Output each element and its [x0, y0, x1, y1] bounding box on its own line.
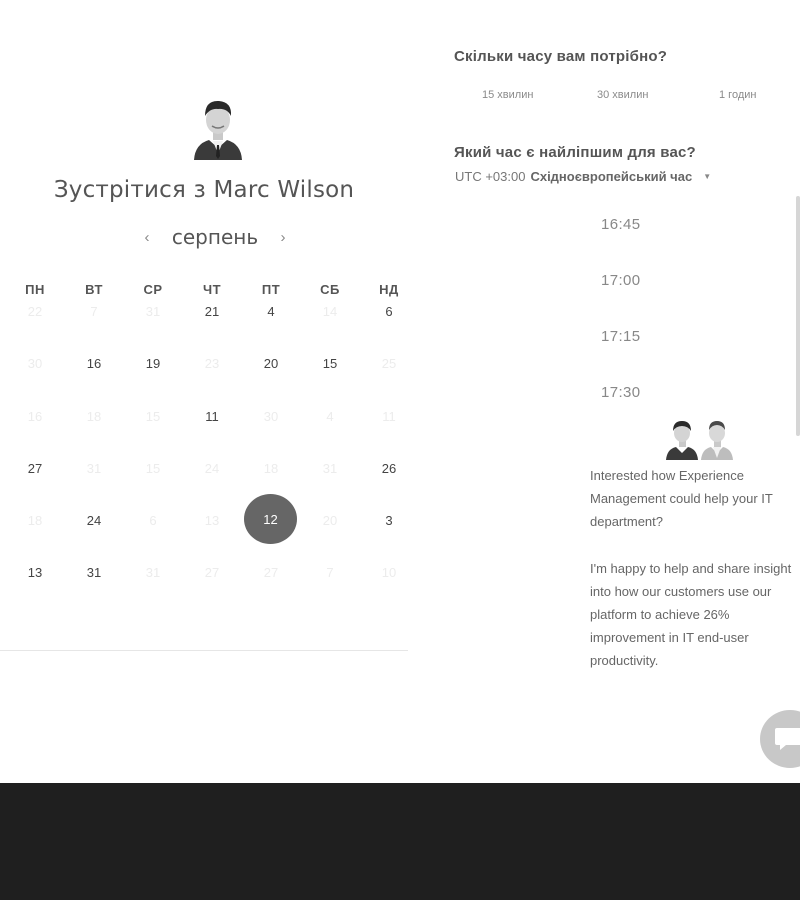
timezone-offset: UTC +03:00 — [455, 169, 526, 184]
calendar-day-disabled: 27 — [204, 565, 220, 580]
weekday-label: СБ — [320, 282, 340, 297]
timezone-name: Східноєвропейський час — [530, 169, 693, 184]
calendar-day-disabled: 25 — [381, 356, 397, 371]
calendar-day[interactable]: 24 — [74, 513, 114, 528]
month-label: серпень — [171, 225, 259, 249]
time-question: Який час є найліпшим для вас? — [454, 144, 696, 161]
duration-option-15[interactable]: 15 хвилин — [482, 89, 533, 101]
host-description: Interested how Experience Management cou… — [590, 464, 800, 696]
calendar-day[interactable]: 21 — [192, 304, 232, 319]
time-slots-scrollbar[interactable] — [796, 196, 800, 436]
calendar-day[interactable]: 19 — [133, 356, 173, 371]
time-slot[interactable]: 17:15 — [601, 328, 641, 345]
calendar-day-disabled: 18 — [27, 513, 43, 528]
description-paragraph: Interested how Experience Management cou… — [590, 468, 773, 529]
calendar-day-disabled: 10 — [381, 565, 397, 580]
calendar-day-disabled: 7 — [90, 304, 98, 319]
calendar-day-disabled: 30 — [27, 356, 43, 371]
calendar-day-disabled: 20 — [322, 513, 338, 528]
description-paragraph: I'm happy to help and share insight into… — [590, 561, 792, 668]
calendar-day-disabled: 15 — [145, 409, 161, 424]
calendar-day[interactable]: 4 — [251, 304, 291, 319]
calendar-day[interactable]: 31 — [74, 565, 114, 580]
chat-button[interactable] — [760, 710, 800, 768]
team-avatar-1 — [664, 418, 700, 460]
calendar-day[interactable]: 3 — [369, 513, 409, 528]
duration-option-60[interactable]: 1 годин — [719, 89, 756, 101]
calendar-day-disabled: 18 — [263, 461, 279, 476]
host-avatar — [191, 96, 245, 160]
calendar-day-disabled: 7 — [326, 565, 334, 580]
calendar-day-disabled: 27 — [263, 565, 279, 580]
chevron-right-icon[interactable]: › — [276, 229, 290, 246]
chat-bubble-icon — [775, 728, 800, 750]
calendar-day-disabled: 4 — [326, 409, 334, 424]
weekday-label: ПН — [25, 282, 45, 297]
calendar-day[interactable]: 15 — [310, 356, 350, 371]
calendar-day[interactable]: 13 — [15, 565, 55, 580]
weekday-label: СР — [143, 282, 163, 297]
calendar-day-disabled: 22 — [27, 304, 43, 319]
calendar-day-disabled: 15 — [145, 461, 161, 476]
page-footer — [0, 783, 800, 900]
duration-option-30[interactable]: 30 хвилин — [597, 89, 648, 101]
calendar-day-disabled: 31 — [86, 461, 102, 476]
weekday-label: ЧТ — [202, 282, 222, 297]
calendar-day-disabled: 18 — [86, 409, 102, 424]
calendar-day-disabled: 23 — [204, 356, 220, 371]
selected-day[interactable]: 12 — [244, 494, 297, 544]
weekday-label: НД — [379, 282, 399, 297]
time-slot[interactable]: 17:30 — [601, 384, 641, 401]
team-avatar-2 — [699, 418, 735, 460]
calendar-day-disabled: 31 — [145, 304, 161, 319]
calendar-day-disabled: 31 — [145, 565, 161, 580]
calendar-day-disabled: 24 — [204, 461, 220, 476]
calendar-day[interactable]: 26 — [369, 461, 409, 476]
calendar-day[interactable]: 6 — [369, 304, 409, 319]
timezone-select[interactable]: UTC +03:00 Східноєвропейський час ▼ — [455, 169, 711, 184]
duration-question: Скільки часу вам потрібно? — [454, 48, 668, 65]
calendar-day-disabled: 30 — [263, 409, 279, 424]
page-title: Зустрітися з Marc Wilson — [53, 177, 355, 203]
calendar-day[interactable]: 11 — [192, 409, 232, 424]
time-slot[interactable]: 16:45 — [601, 216, 641, 233]
calendar-day-disabled: 13 — [204, 513, 220, 528]
month-navigation: ‹ серпень › — [140, 223, 290, 251]
calendar-day[interactable]: 27 — [15, 461, 55, 476]
calendar-day-disabled: 16 — [27, 409, 43, 424]
weekday-label: ПТ — [261, 282, 281, 297]
calendar-day[interactable]: 20 — [251, 356, 291, 371]
chevron-left-icon[interactable]: ‹ — [140, 229, 154, 246]
weekday-label: ВТ — [85, 282, 103, 297]
calendar-day-disabled: 11 — [382, 409, 396, 424]
time-slot[interactable]: 17:00 — [601, 272, 641, 289]
chevron-down-icon: ▼ — [703, 172, 712, 181]
calendar-day-disabled: 31 — [322, 461, 338, 476]
calendar-day-disabled: 6 — [149, 513, 157, 528]
divider — [0, 650, 408, 651]
calendar-day-disabled: 14 — [322, 304, 338, 319]
calendar-day[interactable]: 16 — [74, 356, 114, 371]
